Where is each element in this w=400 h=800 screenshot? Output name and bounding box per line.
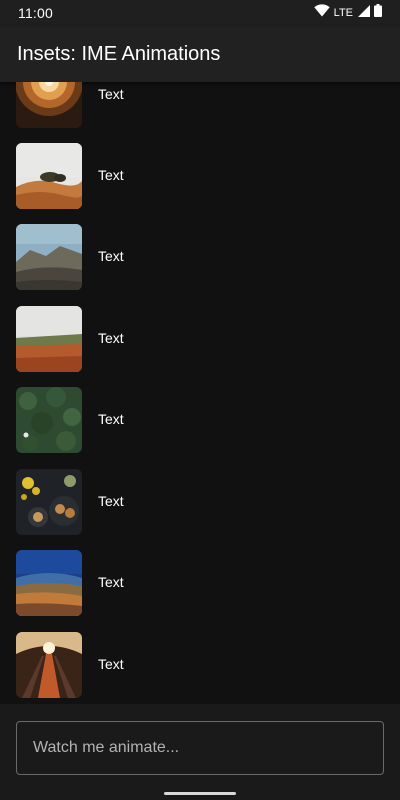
- status-bar: 11:00 LTE: [0, 0, 400, 26]
- item-label: Text: [98, 86, 124, 102]
- list-item[interactable]: Text: [0, 224, 400, 290]
- autumn-field-image: [16, 306, 82, 372]
- battery-icon: [374, 4, 382, 22]
- item-label: Text: [98, 656, 124, 672]
- list-item[interactable]: Text: [0, 469, 400, 535]
- forest-aerial-image: [16, 387, 82, 453]
- item-label: Text: [98, 411, 124, 427]
- item-label: Text: [98, 330, 124, 346]
- list-item[interactable]: Text: [0, 306, 400, 372]
- item-label: Text: [98, 167, 124, 183]
- list-item[interactable]: Text: [0, 632, 400, 698]
- page-title: Insets: IME Animations: [17, 42, 221, 65]
- dome-ceiling-image: [16, 82, 82, 128]
- list-item[interactable]: Text: [0, 82, 400, 128]
- status-time: 11:00: [18, 5, 53, 21]
- image-list[interactable]: Text Text Text Text Text Text Text Text: [0, 82, 400, 704]
- network-type-label: LTE: [333, 7, 353, 19]
- panoramic-valley-image: [16, 550, 82, 616]
- gesture-navigation-handle[interactable]: [164, 792, 236, 795]
- desert-trees-image: [16, 143, 82, 209]
- wifi-icon: [313, 4, 330, 22]
- cell-signal-icon: [358, 4, 370, 22]
- food-table-image: [16, 469, 82, 535]
- item-label: Text: [98, 248, 124, 264]
- list-item[interactable]: Text: [0, 387, 400, 453]
- message-input[interactable]: [16, 721, 384, 775]
- escalator-tunnel-image: [16, 632, 82, 698]
- item-label: Text: [98, 493, 124, 509]
- volcano-landscape-image: [16, 224, 82, 290]
- list-item[interactable]: Text: [0, 550, 400, 616]
- status-icons: LTE: [313, 4, 382, 22]
- item-label: Text: [98, 574, 124, 590]
- app-bar: Insets: IME Animations: [0, 26, 400, 82]
- list-item[interactable]: Text: [0, 143, 400, 209]
- input-container: [0, 704, 400, 800]
